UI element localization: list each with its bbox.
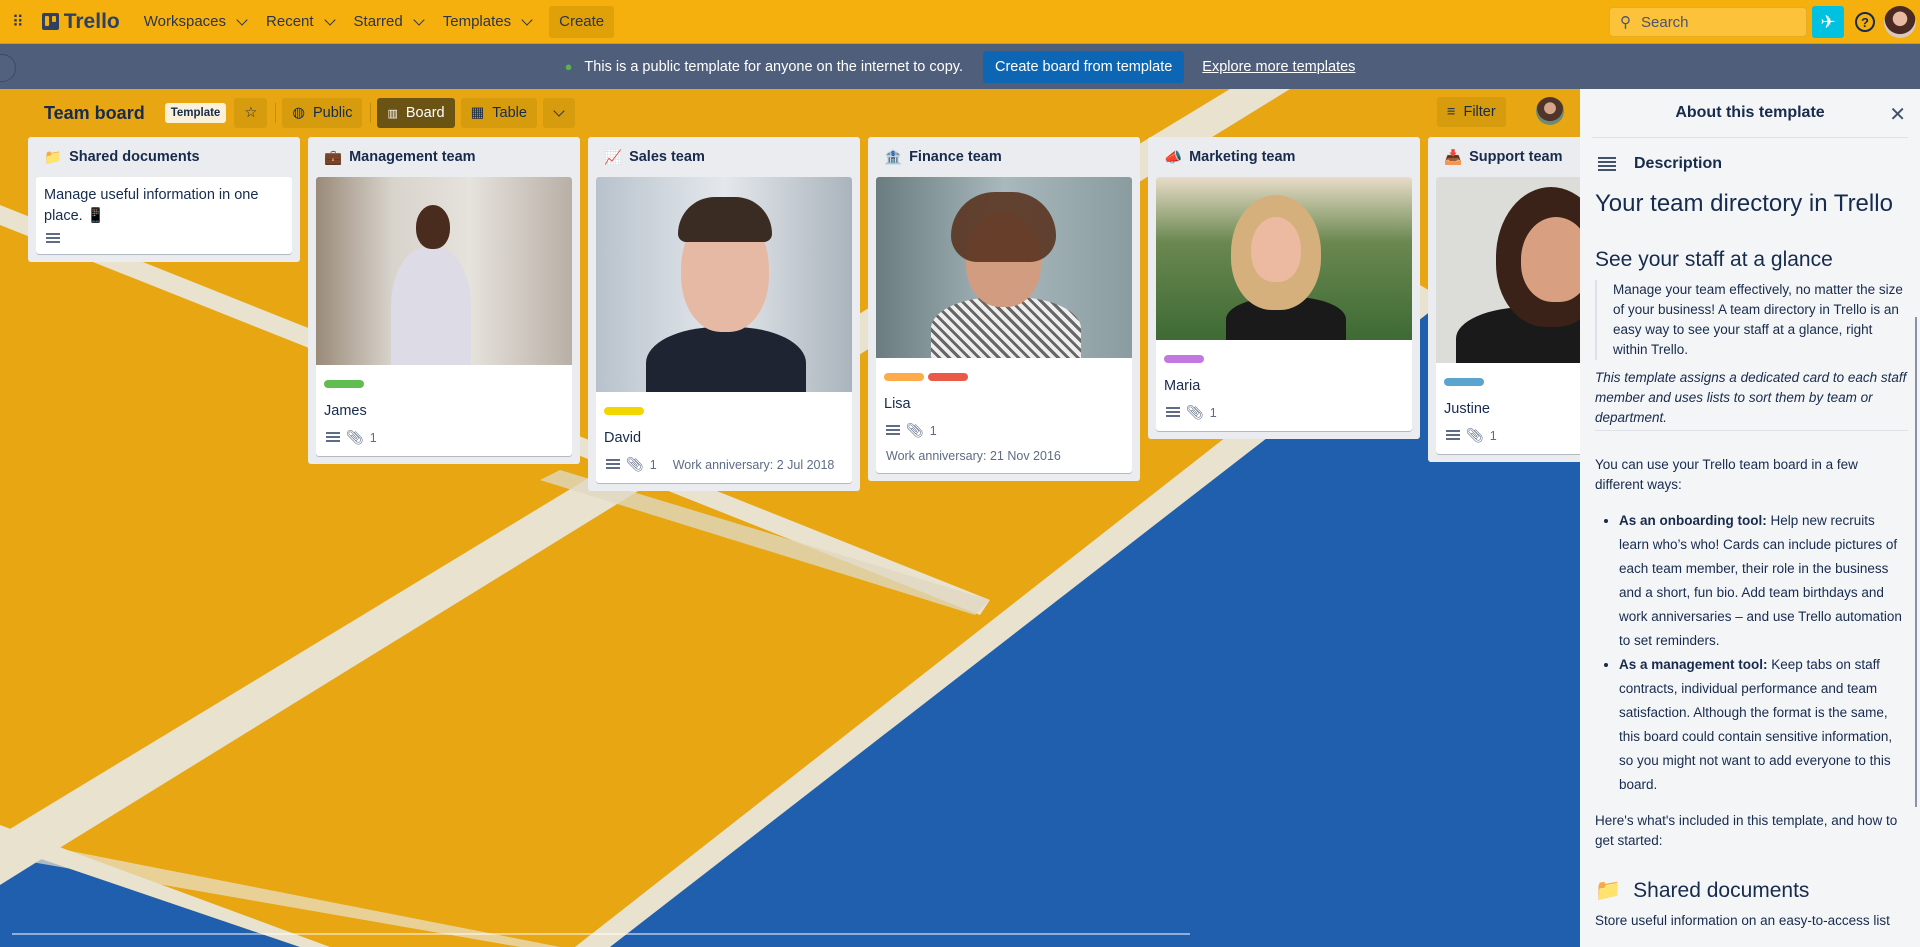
list-marketing-team: 📣 Marketing team Maria 📎︎ 1 <box>1148 137 1420 439</box>
description-icon <box>886 425 900 436</box>
search-input[interactable]: ⚲ Search <box>1609 7 1807 37</box>
list-item: As a management tool: Keep tabs on staff… <box>1619 653 1908 797</box>
card-cover-photo <box>876 177 1132 358</box>
attachment-icon: 📎︎ <box>626 456 644 472</box>
about-template-panel: About this template ✕ Description Your t… <box>1580 89 1920 947</box>
create-button[interactable]: Create <box>549 5 615 38</box>
nav-starred[interactable]: Starred <box>344 6 433 38</box>
template-badge: Template <box>164 103 227 123</box>
create-board-from-template-button[interactable]: Create board from template <box>982 50 1185 83</box>
bank-icon: 🏦 <box>884 149 903 166</box>
attachment-icon: 📎︎ <box>906 422 924 438</box>
board-view-icon: ▥ <box>387 107 398 120</box>
filter-button[interactable]: ≡ Filter <box>1437 97 1506 127</box>
panel-scrollbar[interactable] <box>1915 317 1917 807</box>
nav-templates[interactable]: Templates <box>433 6 541 38</box>
description-icon <box>1598 157 1616 171</box>
label-red[interactable] <box>928 373 968 381</box>
template-banner: ● This is a public template for anyone o… <box>0 44 1920 89</box>
card[interactable]: David 📎︎ 1 Work anniversary: 2 Jul 2018 <box>596 177 852 483</box>
label-green[interactable] <box>324 380 364 388</box>
chart-icon: 📈 <box>604 149 623 166</box>
chevron-down-icon <box>236 13 248 26</box>
trello-logo-icon <box>41 13 59 30</box>
list-shared-documents: 📁 Shared documents Manage useful informat… <box>28 137 300 262</box>
explore-templates-link[interactable]: Explore more templates <box>1202 59 1355 75</box>
label-yellow[interactable] <box>604 407 644 415</box>
description-icon <box>1166 407 1180 418</box>
label-blue[interactable] <box>1444 378 1484 386</box>
account-avatar[interactable] <box>1884 6 1916 38</box>
list-finance-team: 🏦 Finance team Lisa 📎︎ 1 Work anniversary:… <box>868 137 1140 481</box>
label-orange[interactable] <box>884 373 924 381</box>
trello-logo[interactable]: Trello <box>41 10 120 34</box>
chevron-down-icon <box>521 13 533 26</box>
briefcase-icon: 💼 <box>324 149 343 166</box>
card-cover-photo <box>316 177 572 365</box>
card[interactable]: Manage useful information in one place. … <box>36 177 292 254</box>
description-icon <box>1446 430 1460 441</box>
horizontal-scrollbar[interactable] <box>12 933 1190 935</box>
list-item: As an onboarding tool: Help new recruits… <box>1619 509 1908 653</box>
globe-icon: ◍ <box>292 105 305 121</box>
divider <box>370 103 372 123</box>
megaphone-icon: ✈ <box>1820 11 1836 32</box>
list-header[interactable]: 🏦 Finance team <box>876 137 1132 177</box>
list-management-team: 💼 Management team James 📎︎ 1 <box>308 137 580 464</box>
help-icon: ? <box>1861 14 1869 30</box>
view-table-tab[interactable]: ▦ Table <box>460 98 537 128</box>
divider <box>275 103 277 123</box>
view-board-tab[interactable]: ▥ Board <box>377 98 455 128</box>
description-icon <box>46 233 60 244</box>
filter-icon: ≡ <box>1447 104 1456 120</box>
list-header[interactable]: 📣 Marketing team <box>1156 137 1412 177</box>
panel-title: About this template <box>1592 89 1908 138</box>
description-body: Your team directory in Trello See your s… <box>1592 192 1908 931</box>
description-section-header: Description <box>1592 138 1908 190</box>
card[interactable]: Lisa 📎︎ 1 Work anniversary: 21 Nov 2016 <box>876 177 1132 473</box>
label-purple[interactable] <box>1164 355 1204 363</box>
card-cover-photo <box>1156 177 1412 340</box>
notifications-button[interactable]: ✈ <box>1812 6 1844 38</box>
star-icon: ☆ <box>244 105 258 121</box>
apps-grid-icon[interactable]: ⠿ <box>8 12 28 32</box>
megaphone-icon: 📣 <box>1164 149 1183 166</box>
folder-icon: 📁 <box>1595 879 1622 902</box>
close-icon[interactable]: ✕ <box>1889 102 1906 127</box>
folder-icon: 📁 <box>44 149 63 166</box>
description-icon <box>606 459 620 470</box>
board-title[interactable]: Team board <box>44 103 145 124</box>
star-button[interactable]: ☆ <box>234 98 268 128</box>
list-header[interactable]: 💼 Management team <box>316 137 572 177</box>
board-header: Team board Template ☆ ◍ Public ▥ Board ▦ Ta… <box>0 89 1580 137</box>
attachment-icon: 📎︎ <box>1466 427 1484 443</box>
attachment-icon: 📎︎ <box>1186 404 1204 420</box>
globe-icon: ● <box>564 59 573 74</box>
search-icon: ⚲ <box>1620 14 1631 31</box>
card[interactable]: Maria 📎︎ 1 <box>1156 177 1412 431</box>
inbox-icon: 📥 <box>1444 149 1463 166</box>
card[interactable]: James 📎︎ 1 <box>316 177 572 456</box>
attachment-icon: 📎︎ <box>346 429 364 445</box>
description-icon <box>326 432 340 443</box>
nav-recent[interactable]: Recent <box>256 6 344 38</box>
chevron-down-icon <box>553 105 565 117</box>
list-header[interactable]: 📈 Sales team <box>596 137 852 177</box>
chevron-down-icon <box>323 13 336 26</box>
member-avatar[interactable] <box>1536 97 1564 125</box>
list-sales-team: 📈 Sales team David 📎︎ 1 Work anniversary: 2… <box>588 137 860 491</box>
card-cover-photo <box>596 177 852 392</box>
visibility-button[interactable]: ◍ Public <box>282 98 363 128</box>
nav-workspaces[interactable]: Workspaces <box>134 6 256 38</box>
more-views-button[interactable] <box>542 98 575 128</box>
list-header[interactable]: 📁 Shared documents <box>36 137 292 177</box>
chevron-down-icon <box>413 13 425 26</box>
help-button[interactable]: ? <box>1855 12 1875 32</box>
table-icon: ▦ <box>470 105 485 121</box>
